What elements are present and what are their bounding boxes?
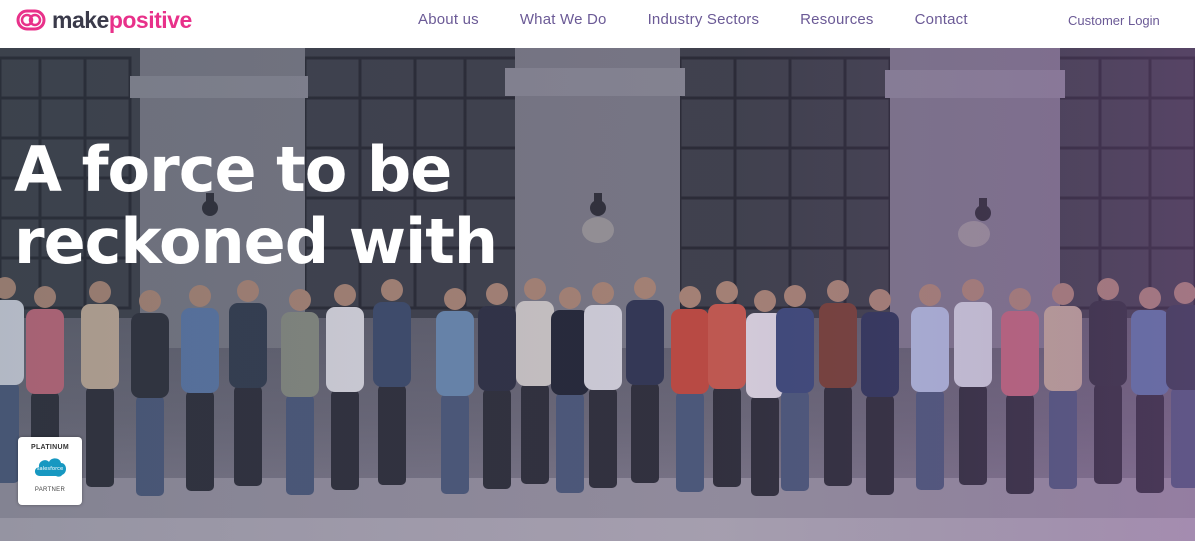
nav-industry-sectors[interactable]: Industry Sectors (648, 11, 760, 28)
nav-about-us[interactable]: About us (418, 11, 479, 28)
brand-name-part2: positive (108, 6, 192, 33)
salesforce-cloud-icon: salesforce (34, 458, 67, 477)
nav-contact[interactable]: Contact (915, 11, 968, 28)
hero-title-line2: reckoned with (14, 205, 498, 278)
brand-name: makepositive (52, 7, 192, 34)
main-nav: About us What We Do Industry Sectors Res… (418, 11, 1009, 28)
team-group-photo (0, 48, 1195, 541)
hero-banner: A force to be reckoned with PLATINUM sal… (0, 48, 1195, 541)
nav-resources[interactable]: Resources (800, 11, 874, 28)
badge-logo-text: salesforce (37, 466, 63, 472)
nav-what-we-do[interactable]: What We Do (520, 11, 607, 28)
site-header: makepositive About us What We Do Industr… (0, 0, 1195, 48)
badge-bottom-label: PARTNER (34, 487, 66, 493)
double-ring-logo-icon (16, 9, 46, 31)
customer-login-link[interactable]: Customer Login (1068, 13, 1160, 28)
brand-name-part1: make (52, 6, 109, 33)
hero-title: A force to be reckoned with (14, 134, 534, 278)
salesforce-platinum-partner-badge[interactable]: PLATINUM salesforce PARTNER (18, 437, 82, 505)
brand-logo[interactable]: makepositive (16, 6, 192, 34)
badge-top-label: PLATINUM (30, 444, 70, 451)
hero-title-line1: A force to be (14, 133, 452, 206)
